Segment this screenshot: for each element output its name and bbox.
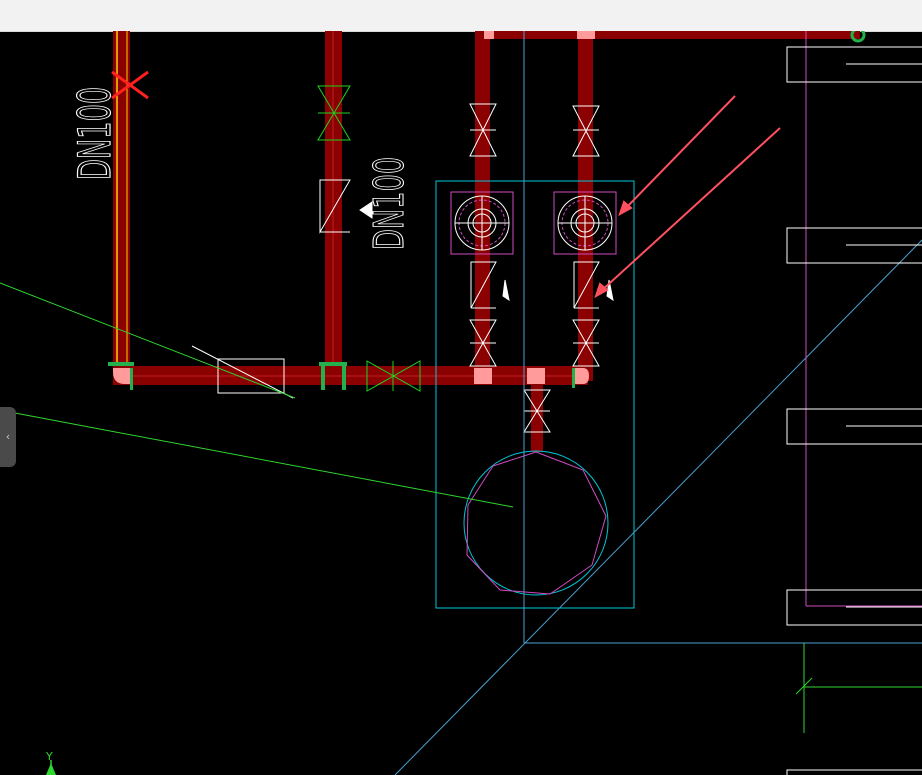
cad-canvas[interactable]: DN100 DN100 Y: [0, 31, 922, 775]
pump-2[interactable]: [553, 191, 617, 255]
sidebar-toggle-button[interactable]: ‹: [0, 407, 16, 467]
annotation-arrows: [594, 95, 781, 299]
pipe-network[interactable]: [108, 31, 866, 452]
tank[interactable]: [463, 450, 609, 596]
pipe-size-label-mid: DN100: [367, 157, 414, 250]
pipe-top-horizontal[interactable]: [478, 31, 860, 39]
ucs-axis-icon: Y: [45, 750, 56, 775]
pump-1[interactable]: [450, 191, 514, 255]
pipe-size-label-left: DN100: [69, 87, 121, 180]
diagonal-guide: [394, 31, 922, 775]
chevron-left-icon: ‹: [5, 430, 11, 443]
ucs-y-label: Y: [45, 750, 53, 763]
wall-outline: [805, 31, 922, 607]
top-toolbar: [0, 0, 922, 32]
wall-segments: [786, 46, 922, 775]
green-axis-lines: [795, 643, 922, 733]
